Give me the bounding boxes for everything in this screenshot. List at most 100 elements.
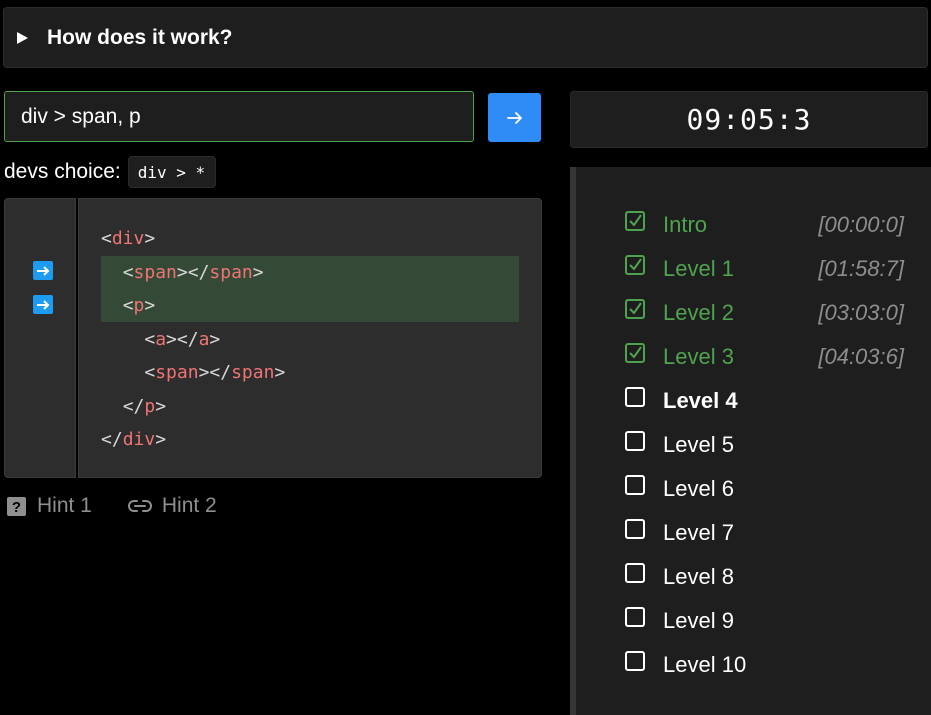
code-tag-name: span xyxy=(155,362,199,383)
match-arrow-icon xyxy=(33,295,53,314)
svg-text:?: ? xyxy=(12,499,21,516)
code-bracket: < xyxy=(101,228,112,249)
level-item[interactable]: Level 10 xyxy=(624,643,904,687)
level-name: Level 7 xyxy=(663,520,734,545)
code-tag-name: p xyxy=(144,395,156,417)
hint-2-label: Hint 2 xyxy=(161,494,217,517)
devs-choice: devs choice: div > * xyxy=(4,155,217,188)
code-bracket: < xyxy=(144,328,156,350)
level-name: Level 3 xyxy=(663,344,734,369)
expand-triangle-icon xyxy=(17,31,28,44)
level-item[interactable]: Level 2 [03:03:0] xyxy=(624,291,904,335)
checkbox-icon xyxy=(625,431,645,451)
arrow-right-icon xyxy=(506,111,522,124)
code-bracket: ></ xyxy=(176,261,210,283)
code-tag-name: span xyxy=(209,261,253,283)
code-tag-name: a xyxy=(198,328,210,350)
code-line: <div> xyxy=(101,222,519,255)
code-bracket: > xyxy=(144,295,156,316)
code-tag-name: div xyxy=(122,429,156,450)
code-line: </p> xyxy=(101,390,519,423)
level-time: [00:00:0] xyxy=(818,212,904,237)
code-bracket: </ xyxy=(101,429,123,450)
level-item[interactable]: Level 1 [01:58:7] xyxy=(624,247,904,291)
hint-1-label: Hint 1 xyxy=(37,494,92,517)
code-bracket: ></ xyxy=(198,362,232,383)
timer-value: 09:05:3 xyxy=(686,103,812,136)
code-bracket: > xyxy=(155,429,167,450)
level-name: Level 1 xyxy=(663,256,734,281)
level-item[interactable]: Intro [00:00:0] xyxy=(624,203,904,247)
code-tag-name: div xyxy=(111,228,145,249)
code-bracket: < xyxy=(122,261,134,283)
level-item[interactable]: Level 6 xyxy=(624,467,904,511)
checkbox-icon xyxy=(625,519,645,539)
submit-button[interactable] xyxy=(488,93,541,142)
level-name: Intro xyxy=(663,212,708,237)
checked-box-icon xyxy=(625,255,645,275)
line-gutter xyxy=(4,198,76,478)
code-tag-name: a xyxy=(155,328,167,350)
hint-1-button[interactable]: ? Hint 1 xyxy=(6,494,92,518)
level-item[interactable]: Level 9 xyxy=(624,599,904,643)
level-time: [03:03:0] xyxy=(818,300,904,325)
code-bracket: > xyxy=(274,362,286,383)
checked-box-icon xyxy=(625,211,645,231)
code-bracket: > xyxy=(155,395,167,417)
code-line: <p> xyxy=(101,289,519,322)
checkbox-icon xyxy=(625,387,645,407)
code-bracket: > xyxy=(144,228,156,249)
selector-input[interactable] xyxy=(4,91,474,142)
level-name: Level 2 xyxy=(663,300,734,325)
level-item[interactable]: Level 4 xyxy=(624,379,904,423)
code-bracket: </ xyxy=(122,395,145,417)
checkbox-icon xyxy=(625,563,645,583)
code-line: <span></span> xyxy=(101,356,519,389)
code-bracket: > xyxy=(209,328,221,350)
code-bracket: ></ xyxy=(166,328,199,350)
html-code-panel: <div> <span></span> <p> <a></a> <span></… xyxy=(78,198,542,478)
levels-panel: Intro [00:00:0] Level 1 [01:58:7] Level 2 [03… xyxy=(570,167,931,715)
link-icon xyxy=(127,500,152,512)
code-tag-name: span xyxy=(231,362,275,383)
question-icon: ? xyxy=(7,496,26,516)
code-bracket: < xyxy=(122,295,134,316)
code-line: <span></span> xyxy=(101,255,519,289)
level-name: Level 8 xyxy=(663,564,734,589)
level-item[interactable]: Level 7 xyxy=(624,511,904,555)
checkbox-icon xyxy=(625,607,645,627)
level-item[interactable]: Level 3 [04:03:6] xyxy=(624,335,904,379)
level-item[interactable]: Level 8 xyxy=(624,555,904,599)
checkbox-icon xyxy=(625,475,645,495)
code-tag-name: p xyxy=(133,295,145,316)
code-bracket: > xyxy=(252,261,264,283)
how-it-works-toggle[interactable]: How does it work? xyxy=(3,7,928,68)
timer-display: 09:05:3 xyxy=(570,91,928,148)
level-time: [04:03:6] xyxy=(818,344,904,369)
level-item[interactable]: Level 5 xyxy=(624,423,904,467)
accordion-title: How does it work? xyxy=(47,25,233,49)
hints-bar: ? Hint 1 Hint 2 xyxy=(6,494,217,518)
checked-box-icon xyxy=(625,299,645,319)
checked-box-icon xyxy=(625,343,645,363)
devs-choice-code: div > * xyxy=(127,155,217,188)
code-tag-name: span xyxy=(133,261,177,283)
checkbox-icon xyxy=(625,651,645,671)
match-arrow-icon xyxy=(33,261,53,280)
code-line: </div> xyxy=(101,423,519,456)
hint-2-button[interactable]: Hint 2 xyxy=(127,494,217,518)
code-line: <a></a> xyxy=(101,323,519,356)
level-name: Level 4 xyxy=(663,388,738,413)
level-name: Level 5 xyxy=(663,432,734,457)
level-name: Level 9 xyxy=(663,608,734,633)
code-bracket: < xyxy=(144,362,156,383)
level-time: [01:58:7] xyxy=(818,256,904,281)
level-name: Level 6 xyxy=(663,476,734,501)
devs-choice-label: devs choice: xyxy=(4,159,121,183)
level-name: Level 10 xyxy=(663,652,747,677)
